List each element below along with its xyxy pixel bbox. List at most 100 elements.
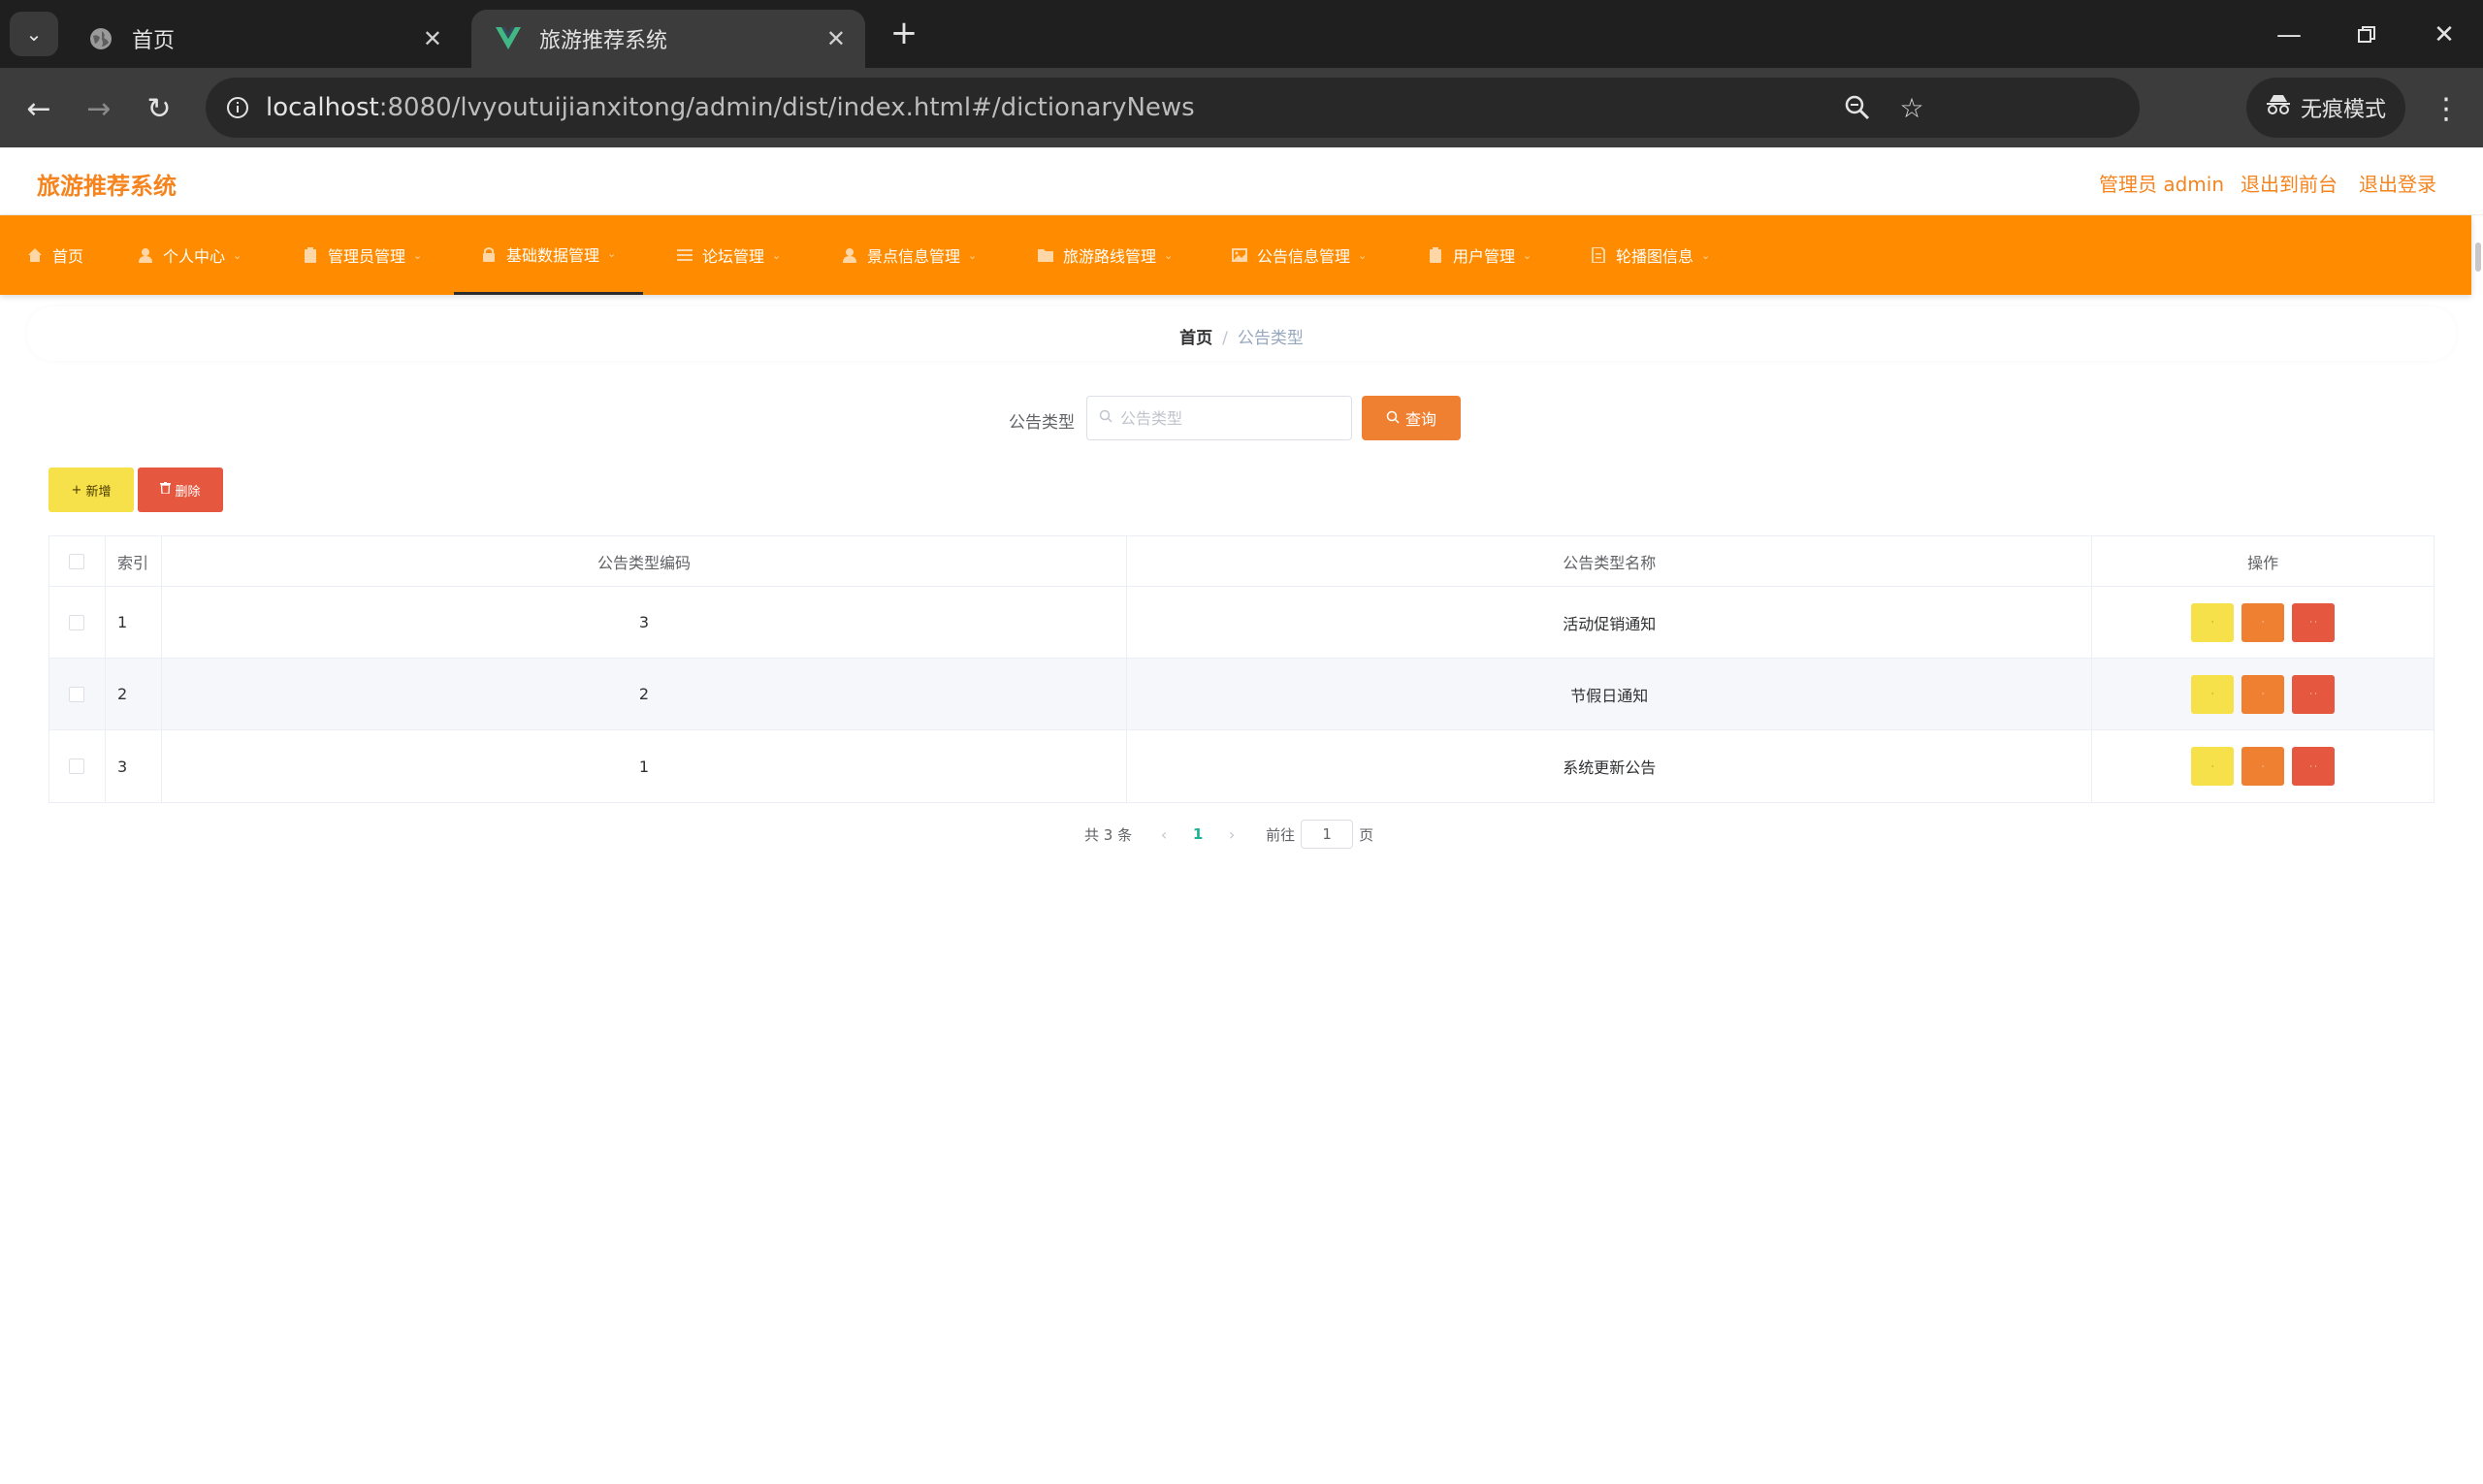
chevron-down-icon: ⌄ xyxy=(1523,248,1532,262)
breadcrumb-home[interactable]: 首页 xyxy=(1179,329,1212,348)
tab-search-button[interactable]: ⌄ xyxy=(10,12,58,56)
nav-item-basic-data[interactable]: 基础数据管理 ⌄ xyxy=(454,215,644,295)
cell-ops: · · · · xyxy=(2092,730,2434,802)
user-icon xyxy=(842,247,857,263)
query-button[interactable]: 查询 xyxy=(1362,396,1461,440)
chevron-down-icon: ⌄ xyxy=(1164,248,1174,262)
document-icon xyxy=(1591,247,1606,263)
select-all-checkbox[interactable] xyxy=(69,553,85,569)
chevron-left-icon[interactable]: ‹ xyxy=(1149,825,1178,844)
zoom-icon[interactable] xyxy=(1841,91,1874,124)
main-nav: 首页 个人中心 ⌄ 管理员管理 ⌄ 基础数据管理 ⌄ 论坛管理 ⌄ 景点信息管理 xyxy=(0,215,2471,295)
chevron-right-icon[interactable]: › xyxy=(1217,825,1246,844)
cell-code: 2 xyxy=(162,659,1128,729)
app-header: 旅游推荐系统 管理员 admin 退出到前台 退出登录 xyxy=(0,147,2483,215)
incognito-icon xyxy=(2266,94,2291,121)
exit-to-frontend-link[interactable]: 退出到前台 xyxy=(2241,169,2338,197)
more-menu-icon[interactable]: ⋮ xyxy=(2427,87,2466,130)
page-scrollbar[interactable] xyxy=(2475,242,2481,272)
data-table: 索引 公告类型编码 公告类型名称 操作 1 3 活动促销通知 · · · · 2… xyxy=(48,535,2435,803)
user-icon xyxy=(138,247,153,263)
nav-item-forum[interactable]: 论坛管理 ⌄ xyxy=(677,215,781,295)
picture-icon xyxy=(1232,247,1247,263)
edit-button[interactable]: · xyxy=(2241,747,2285,786)
chevron-down-icon: ⌄ xyxy=(25,22,43,46)
goto-label: 前往 xyxy=(1266,825,1296,844)
view-button[interactable]: · xyxy=(2191,747,2235,786)
app-title: 旅游推荐系统 xyxy=(37,173,177,200)
table-row: 3 1 系统更新公告 · · · · xyxy=(49,730,2434,802)
logout-link[interactable]: 退出登录 xyxy=(2359,169,2436,197)
edit-button[interactable]: · xyxy=(2241,674,2285,714)
cell-code: 1 xyxy=(162,730,1128,802)
reload-icon[interactable]: ↻ xyxy=(138,87,180,130)
chevron-down-icon: ⌄ xyxy=(772,248,782,262)
delete-row-button[interactable]: · · xyxy=(2292,602,2336,642)
query-button-label: 查询 xyxy=(1404,410,1436,429)
chevron-down-icon: ⌄ xyxy=(233,248,242,262)
view-button[interactable]: · xyxy=(2191,674,2235,714)
column-header-ops: 操作 xyxy=(2247,553,2279,572)
search-label: 公告类型 xyxy=(1009,413,1075,433)
incognito-indicator[interactable]: 无痕模式 xyxy=(2246,78,2405,138)
forward-arrow-icon[interactable]: → xyxy=(78,87,120,130)
delete-row-button[interactable]: · · xyxy=(2292,747,2336,786)
row-checkbox[interactable] xyxy=(69,686,85,702)
cell-name: 系统更新公告 xyxy=(1127,730,2093,802)
browser-tab-active[interactable]: 旅游推荐系统 ✕ xyxy=(471,10,865,68)
browser-toolbar: ← → ↻ localhost:8080/lvyoutuijianxitong/… xyxy=(0,68,2483,147)
minimize-icon[interactable]: — xyxy=(2270,16,2308,54)
nav-item-home[interactable]: 首页 xyxy=(27,215,83,295)
table-row: 2 2 节假日通知 · · · · xyxy=(49,659,2434,730)
batch-delete-button[interactable]: 删除 xyxy=(138,468,223,512)
page-suffix: 页 xyxy=(1359,825,1374,844)
view-button[interactable]: · xyxy=(2191,602,2235,642)
tab-title: 首页 xyxy=(132,29,176,53)
cell-code: 3 xyxy=(162,587,1128,658)
browser-tabstrip: ⌄ 首页 ✕ 旅游推荐系统 ✕ + — ✕ xyxy=(0,0,2483,68)
site-info-icon[interactable] xyxy=(217,87,258,128)
search-input[interactable] xyxy=(1120,408,1334,428)
nav-item-scenic-spots[interactable]: 景点信息管理 ⌄ xyxy=(842,215,977,295)
close-icon[interactable]: ✕ xyxy=(423,25,442,52)
goto-page-input[interactable] xyxy=(1301,820,1354,849)
restore-icon[interactable] xyxy=(2347,16,2386,54)
delete-row-button[interactable]: · · xyxy=(2292,674,2336,714)
chevron-down-icon: ⌄ xyxy=(413,248,423,262)
bookmark-star-icon[interactable]: ☆ xyxy=(1895,91,1928,124)
table-header-row: 索引 公告类型编码 公告类型名称 操作 xyxy=(49,536,2434,587)
browser-tab-home[interactable]: 首页 ✕ xyxy=(64,10,462,68)
cell-ops: · · · · xyxy=(2092,659,2434,729)
nav-item-carousel[interactable]: 轮播图信息 ⌄ xyxy=(1591,215,1710,295)
close-icon[interactable]: ✕ xyxy=(826,25,846,52)
chevron-down-icon: ⌄ xyxy=(1701,248,1711,262)
edit-button[interactable]: · xyxy=(2241,602,2285,642)
search-field[interactable] xyxy=(1086,396,1352,440)
column-header-index: 索引 xyxy=(106,536,162,586)
home-icon xyxy=(27,247,43,263)
row-checkbox[interactable] xyxy=(69,758,85,774)
new-tab-button[interactable]: + xyxy=(885,14,923,52)
delete-button-label: 删除 xyxy=(175,484,201,500)
clipboard-icon xyxy=(303,247,318,263)
nav-item-routes[interactable]: 旅游路线管理 ⌄ xyxy=(1038,215,1173,295)
column-header-code: 公告类型编码 xyxy=(162,536,1128,586)
nav-item-users[interactable]: 用户管理 ⌄ xyxy=(1428,215,1532,295)
window-close-icon[interactable]: ✕ xyxy=(2425,16,2464,54)
lock-icon xyxy=(481,246,497,262)
page-number-current[interactable]: 1 xyxy=(1178,825,1217,843)
add-button[interactable]: + 新增 xyxy=(48,468,134,512)
pagination: 共 3 条 ‹ 1 › 前往 页 xyxy=(1084,819,1373,850)
back-arrow-icon[interactable]: ← xyxy=(17,87,60,130)
folder-icon xyxy=(1038,247,1053,263)
clipboard-icon xyxy=(1428,247,1443,263)
nav-item-announcements[interactable]: 公告信息管理 ⌄ xyxy=(1232,215,1367,295)
nav-item-admin[interactable]: 管理员管理 ⌄ xyxy=(303,215,422,295)
address-bar[interactable]: localhost:8080/lvyoutuijianxitong/admin/… xyxy=(206,78,2140,138)
breadcrumb-separator: / xyxy=(1222,329,1228,348)
row-checkbox[interactable] xyxy=(69,614,85,630)
breadcrumb-bar: 首页 / 公告类型 xyxy=(27,306,2456,361)
cell-name: 活动促销通知 xyxy=(1127,587,2093,658)
nav-item-profile[interactable]: 个人中心 ⌄ xyxy=(138,215,242,295)
cell-name: 节假日通知 xyxy=(1127,659,2093,729)
